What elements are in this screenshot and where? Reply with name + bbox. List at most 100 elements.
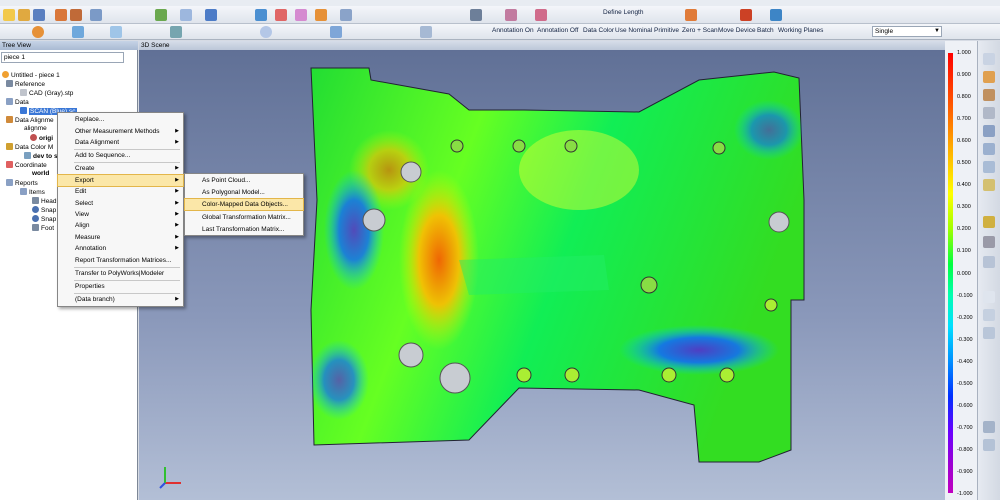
define-length-button[interactable]: Define Length	[603, 9, 643, 16]
clip-icon[interactable]	[983, 256, 995, 268]
menu-item-align[interactable]: Align ▶	[58, 220, 183, 231]
menu-item-replace[interactable]: Replace...	[58, 114, 183, 125]
save-icon[interactable]	[33, 9, 45, 21]
tree-node-reports[interactable]: Reports	[6, 179, 38, 188]
tree-node-alignment[interactable]: alignme	[24, 125, 47, 133]
color-map-toggle-icon[interactable]	[983, 216, 995, 228]
menu-item-export[interactable]: Export ▶	[57, 174, 184, 187]
zoom-fit-icon[interactable]	[983, 161, 995, 173]
piece-selector[interactable]: piece 1	[1, 52, 124, 63]
zero-scan-button[interactable]: Zero + Scan	[682, 27, 718, 34]
tree-node-header[interactable]: Head	[32, 197, 57, 206]
line-icon[interactable]	[295, 9, 307, 21]
tree-node-items[interactable]: Items	[20, 188, 45, 197]
zoom-icon[interactable]	[340, 9, 352, 21]
annotation-off-button[interactable]: Annotation Off	[537, 27, 578, 34]
rotate-icon[interactable]	[983, 125, 995, 137]
circle-icon[interactable]	[260, 26, 272, 38]
3d-scene-viewport[interactable]: 3D Scene	[139, 41, 945, 500]
tree-node-coordinate[interactable]: Coordinate	[6, 161, 47, 170]
tree-node-data-color[interactable]: Data Color M	[6, 143, 53, 152]
pan-icon[interactable]	[983, 143, 995, 155]
tree-node-data[interactable]: Data	[6, 98, 29, 107]
undo-icon[interactable]	[55, 9, 67, 21]
tree-node-root[interactable]: Untitled - piece 1	[2, 71, 60, 80]
view-side-icon[interactable]	[983, 89, 995, 101]
gauge-icon[interactable]	[535, 9, 547, 21]
submenu-item-last-matrix[interactable]: Last Transformation Matrix...	[185, 224, 303, 235]
view-top-icon[interactable]	[983, 71, 995, 83]
light-icon[interactable]	[983, 179, 995, 191]
data-color-button[interactable]: Data Color	[583, 27, 614, 34]
select-icon[interactable]	[205, 9, 217, 21]
menu-item-report-matrices[interactable]: Report Transformation Matrices...	[58, 255, 183, 266]
target-icon[interactable]	[770, 9, 782, 21]
tree-node-data-alignment[interactable]: Data Alignme	[6, 116, 54, 125]
menu-item-add-sequence[interactable]: Add to Sequence...	[58, 150, 183, 161]
move-device-button[interactable]: Move Device	[718, 27, 756, 34]
menu-item-create[interactable]: Create ▶	[58, 163, 183, 174]
export-submenu: As Point Cloud... As Polygonal Model... …	[184, 173, 304, 236]
tree-node-origin[interactable]: origi	[30, 134, 53, 143]
submenu-item-color-mapped[interactable]: Color-Mapped Data Objects...	[184, 198, 304, 211]
view-front-icon[interactable]	[983, 53, 995, 65]
use-nominal-button[interactable]: Use Nominal Primitive	[615, 27, 679, 34]
menu-item-data-alignment[interactable]: Data Alignment ▶	[58, 137, 183, 148]
mode-dropdown[interactable]: Single ▼	[872, 26, 942, 37]
tree-node-snapshot-1[interactable]: Snap	[32, 206, 56, 215]
alignment-icon	[6, 116, 13, 123]
menu-item-select[interactable]: Select ▶	[58, 198, 183, 209]
plane-icon[interactable]	[315, 9, 327, 21]
submenu-item-global-matrix[interactable]: Global Transformation Matrix...	[185, 212, 303, 223]
object-icon[interactable]	[110, 26, 122, 38]
reference-icon	[6, 80, 13, 87]
color-mapped-part[interactable]	[139, 50, 945, 500]
pointer-icon[interactable]	[983, 291, 995, 303]
open-icon[interactable]	[18, 9, 30, 21]
submenu-item-point-cloud[interactable]: As Point Cloud...	[185, 175, 303, 186]
footer-icon	[32, 224, 39, 231]
new-icon[interactable]	[3, 9, 15, 21]
batch-button[interactable]: Batch	[757, 27, 774, 34]
feature-icon[interactable]	[170, 26, 182, 38]
menu-item-other-measurement[interactable]: Other Measurement Methods ▶	[58, 126, 183, 137]
tree-node-cad[interactable]: CAD (Gray).stp	[20, 89, 73, 98]
measure-icon[interactable]	[155, 9, 167, 21]
sphere-icon[interactable]	[275, 9, 287, 21]
tree-node-world[interactable]: world	[32, 170, 49, 178]
color-scale-tick: -0.100	[957, 292, 973, 299]
probe-icon[interactable]	[180, 9, 192, 21]
redo-icon[interactable]	[70, 9, 82, 21]
menu-item-annotation[interactable]: Annotation ▶	[58, 243, 183, 254]
brush-icon[interactable]	[90, 9, 102, 21]
help-icon[interactable]	[983, 439, 995, 451]
move-icon[interactable]	[740, 9, 752, 21]
menu-item-data-branch[interactable]: (Data branch) ▶	[58, 294, 183, 305]
tree-node-dev-to[interactable]: dev to s	[24, 152, 58, 161]
view-iso-icon[interactable]	[983, 107, 995, 119]
cube-icon[interactable]	[255, 9, 267, 21]
tree-node-snapshot-2[interactable]: Snap	[32, 215, 56, 224]
cylinder-icon[interactable]	[330, 26, 342, 38]
menu-item-properties[interactable]: Properties	[58, 281, 183, 292]
grid-icon[interactable]	[420, 26, 432, 38]
menu-item-edit[interactable]: Edit ▶	[58, 186, 183, 197]
menu-item-measure[interactable]: Measure ▶	[58, 232, 183, 243]
chart-icon[interactable]	[72, 26, 84, 38]
play-icon[interactable]	[32, 26, 44, 38]
section-icon[interactable]	[983, 236, 995, 248]
annotation-on-button[interactable]: Annotation On	[492, 27, 534, 34]
menu-item-view[interactable]: View ▶	[58, 209, 183, 220]
display-icon[interactable]	[983, 327, 995, 339]
grid-view-icon[interactable]	[983, 309, 995, 321]
tree-node-reference[interactable]: Reference	[6, 80, 45, 89]
camera-icon[interactable]	[470, 9, 482, 21]
caliper-icon[interactable]	[505, 9, 517, 21]
working-planes-button[interactable]: Working Planes	[778, 27, 823, 34]
settings-icon[interactable]	[983, 421, 995, 433]
menu-item-transfer-modeler[interactable]: Transfer to PolyWorks|Modeler	[58, 268, 183, 279]
transform-icon[interactable]	[685, 9, 697, 21]
submenu-item-polygonal-model[interactable]: As Polygonal Model...	[185, 187, 303, 198]
reports-icon	[6, 179, 13, 186]
tree-node-footer[interactable]: Foot	[32, 224, 54, 233]
